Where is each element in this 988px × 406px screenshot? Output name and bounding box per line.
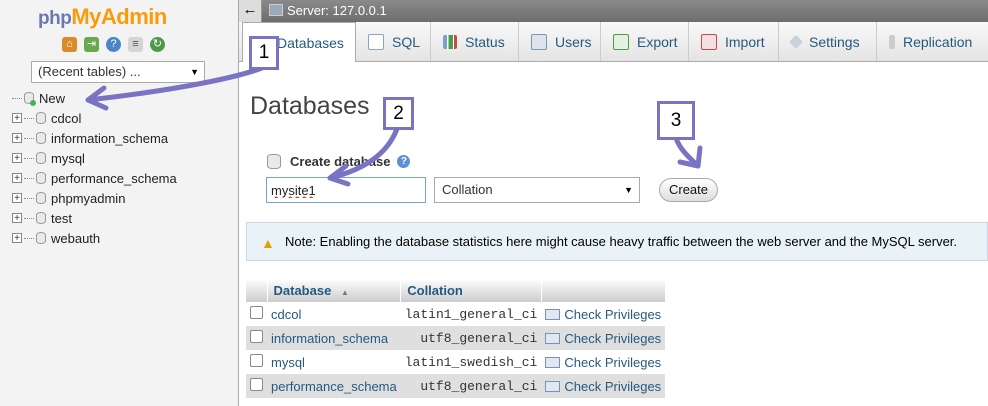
annotation-badge-2: 2	[383, 97, 414, 130]
annotation-badge-3: 3	[657, 101, 695, 140]
annotation-arrows	[85, 65, 703, 187]
annotation-badge-1: 1	[249, 36, 279, 70]
annotation-arrow-1	[85, 65, 265, 103]
